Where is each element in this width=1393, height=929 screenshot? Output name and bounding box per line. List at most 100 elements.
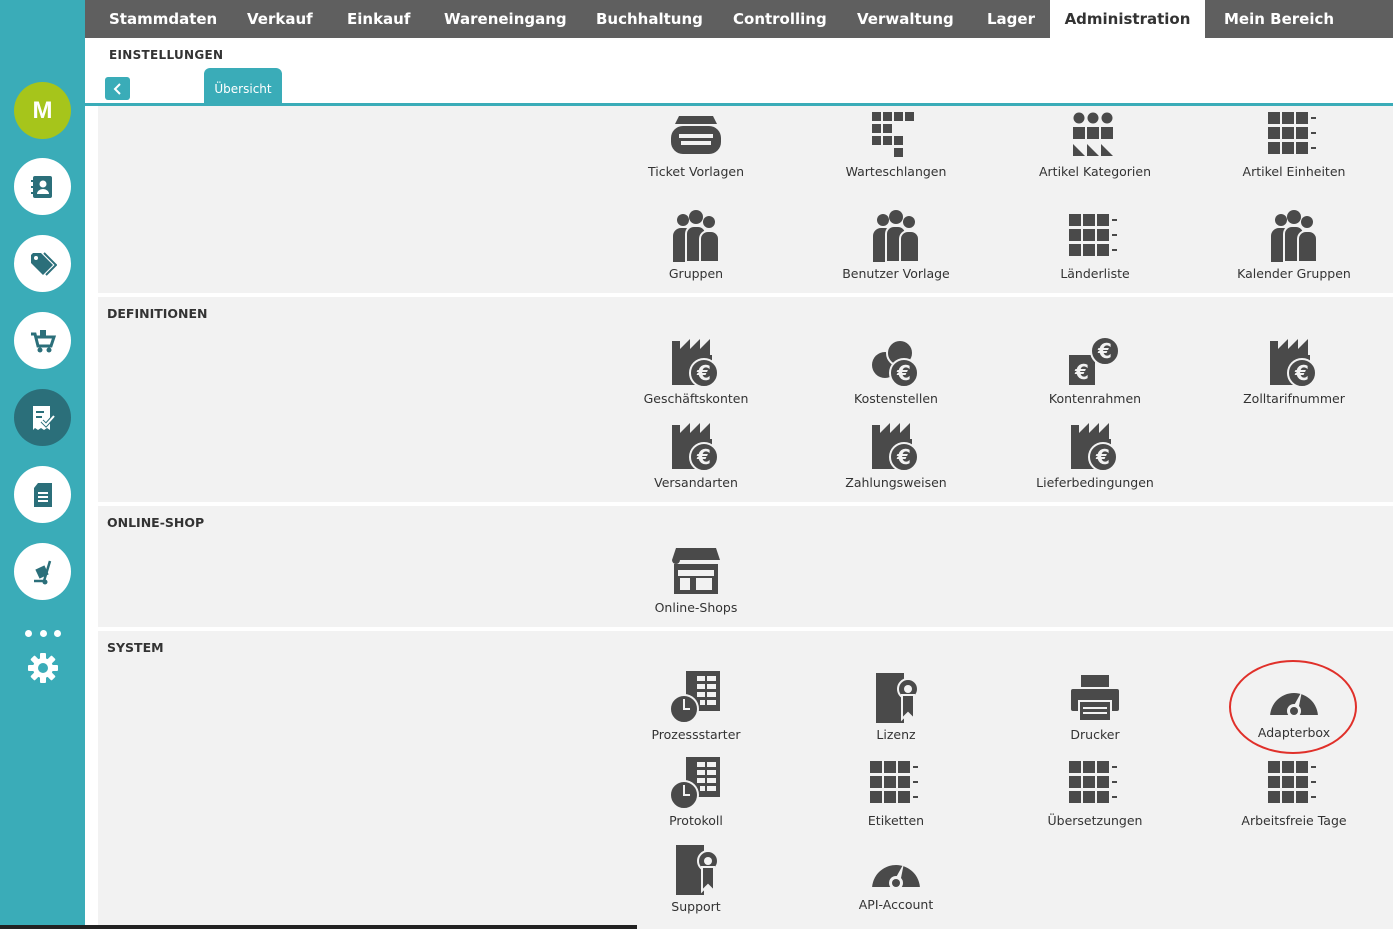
- tile-benutzer-vorlage[interactable]: Benutzer Vorlage: [796, 210, 996, 281]
- tile-zolltarifnummer[interactable]: Zolltarifnummer: [1194, 335, 1393, 406]
- tile-ticket-vorlagen[interactable]: Ticket Vorlagen: [596, 112, 796, 179]
- tile-label: Zolltarifnummer: [1243, 391, 1345, 406]
- clock-sheet-icon: [670, 757, 722, 809]
- tile-label: Prozessstarter: [651, 727, 741, 742]
- back-button[interactable]: [105, 77, 130, 100]
- tile-arbeitsfreie-tage[interactable]: Arbeitsfreie Tage: [1194, 761, 1393, 828]
- tile-label: Kontenrahmen: [1048, 391, 1142, 406]
- tile-kalender-gruppen[interactable]: Kalender Gruppen: [1194, 210, 1393, 281]
- nav-einkauf[interactable]: Einkauf: [347, 0, 410, 38]
- contacts-icon: [30, 175, 52, 198]
- factory-euro-icon: [670, 419, 722, 471]
- queue-icon: [872, 112, 914, 157]
- tile-laenderliste[interactable]: Länderliste: [995, 214, 1195, 281]
- group-icon: [870, 210, 922, 262]
- sidebar-item-cart[interactable]: [14, 312, 71, 369]
- gauge-icon: [870, 853, 922, 893]
- tile-label: Protokoll: [669, 813, 723, 828]
- user-avatar[interactable]: M: [14, 82, 71, 139]
- tags-icon: [30, 251, 57, 276]
- nav-mein-bereich[interactable]: Mein Bereich: [1224, 0, 1334, 38]
- sidebar-item-documents[interactable]: [14, 466, 71, 523]
- tile-protokoll[interactable]: Protokoll: [596, 757, 796, 828]
- tile-label: Versandarten: [654, 475, 738, 490]
- nav-buchhaltung[interactable]: Buchhaltung: [596, 0, 703, 38]
- tile-label: Arbeitsfreie Tage: [1241, 813, 1347, 828]
- tile-label: Übersetzungen: [1047, 813, 1143, 828]
- sidebar-item-receipts[interactable]: [14, 389, 71, 446]
- chevron-left-icon: [113, 82, 121, 95]
- factory-euro-icon: [1268, 335, 1320, 387]
- group-icon: [670, 210, 722, 262]
- tile-label: Online-Shops: [654, 600, 738, 615]
- tile-label: Kalender Gruppen: [1237, 266, 1351, 281]
- highlight-annotation: [1229, 660, 1357, 754]
- gear-icon[interactable]: [27, 652, 59, 684]
- license-icon: [670, 843, 722, 895]
- tile-label: Länderliste: [1060, 266, 1130, 281]
- bottom-scrollbar[interactable]: [0, 925, 637, 929]
- tile-label: Gruppen: [668, 266, 724, 281]
- tile-artikel-kategorien[interactable]: Artikel Kategorien: [995, 112, 1195, 179]
- tile-api-account[interactable]: API-Account: [796, 853, 996, 912]
- coins-euro-icon: [870, 335, 922, 387]
- tile-label: Benutzer Vorlage: [842, 266, 950, 281]
- tile-zahlungsweisen[interactable]: Zahlungsweisen: [796, 419, 996, 490]
- tile-label: Lizenz: [876, 727, 916, 742]
- group-icon: [1268, 210, 1320, 262]
- nav-verwaltung[interactable]: Verwaltung: [857, 0, 954, 38]
- nav-wareneingang[interactable]: Wareneingang: [444, 0, 567, 38]
- grid-list-icon: [1268, 761, 1320, 809]
- grid-list-icon: [1069, 761, 1121, 809]
- tile-lizenz[interactable]: Lizenz: [796, 671, 996, 742]
- more-dots-icon[interactable]: [25, 630, 61, 642]
- hand-truck-icon: [33, 560, 51, 584]
- sidebar-item-contacts[interactable]: [14, 158, 71, 215]
- tile-warteschlangen[interactable]: Warteschlangen: [796, 112, 996, 179]
- nav-controlling[interactable]: Controlling: [733, 0, 827, 38]
- tile-geschaeftskonten[interactable]: Geschäftskonten: [596, 335, 796, 406]
- tab-overview[interactable]: Übersicht: [204, 68, 282, 104]
- tile-artikel-einheiten[interactable]: Artikel Einheiten: [1194, 112, 1393, 179]
- nav-stammdaten[interactable]: Stammdaten: [109, 0, 217, 38]
- tile-etiketten[interactable]: Etiketten: [796, 761, 996, 828]
- factory-euro-icon: [1069, 419, 1121, 471]
- tile-versandarten[interactable]: Versandarten: [596, 419, 796, 490]
- sidebar: M: [0, 0, 85, 929]
- tile-label: Geschäftskonten: [643, 391, 749, 406]
- tile-kostenstellen[interactable]: Kostenstellen: [796, 335, 996, 406]
- tile-label: Zahlungsweisen: [845, 475, 947, 490]
- tile-label: Artikel Kategorien: [1038, 164, 1152, 179]
- section-general: Ticket Vorlagen Warteschlangen Artikel K…: [98, 106, 1393, 293]
- section-title: SYSTEM: [107, 640, 164, 655]
- tile-label: Drucker: [1070, 727, 1120, 742]
- page-header: EINSTELLUNGEN Übersicht: [85, 38, 1393, 104]
- tile-label: Warteschlangen: [845, 164, 947, 179]
- tile-lieferbedingungen[interactable]: Lieferbedingungen: [995, 419, 1195, 490]
- sidebar-item-tags[interactable]: [14, 235, 71, 292]
- tile-uebersetzungen[interactable]: Übersetzungen: [995, 761, 1195, 828]
- tile-support[interactable]: Support: [596, 843, 796, 914]
- grid-list-icon: [1069, 214, 1121, 262]
- section-system: SYSTEM Prozessstarter Lizenz Drucker Ada…: [98, 631, 1393, 929]
- shop-icon: [672, 548, 720, 594]
- sidebar-item-logistics[interactable]: [14, 543, 71, 600]
- tile-label: Artikel Einheiten: [1242, 164, 1346, 179]
- section-title: DEFINITIONEN: [107, 306, 208, 321]
- nav-lager[interactable]: Lager: [987, 0, 1035, 38]
- grid-list-icon: [1268, 112, 1320, 160]
- tile-label: Kostenstellen: [854, 391, 938, 406]
- tile-gruppen[interactable]: Gruppen: [596, 210, 796, 281]
- ticket-icon: [671, 116, 721, 154]
- document-icon: [33, 482, 52, 507]
- tile-online-shops[interactable]: Online-Shops: [596, 546, 796, 615]
- nav-administration[interactable]: Administration: [1050, 0, 1205, 38]
- tile-drucker[interactable]: Drucker: [995, 675, 1195, 742]
- clock-sheet-icon: [670, 671, 722, 723]
- nav-verkauf[interactable]: Verkauf: [247, 0, 313, 38]
- tile-prozessstarter[interactable]: Prozessstarter: [596, 671, 796, 742]
- section-title: ONLINE-SHOP: [107, 515, 205, 530]
- tile-label: API-Account: [858, 897, 934, 912]
- tile-kontenrahmen[interactable]: Kontenrahmen: [995, 335, 1195, 406]
- settings-content: Ticket Vorlagen Warteschlangen Artikel K…: [85, 106, 1393, 929]
